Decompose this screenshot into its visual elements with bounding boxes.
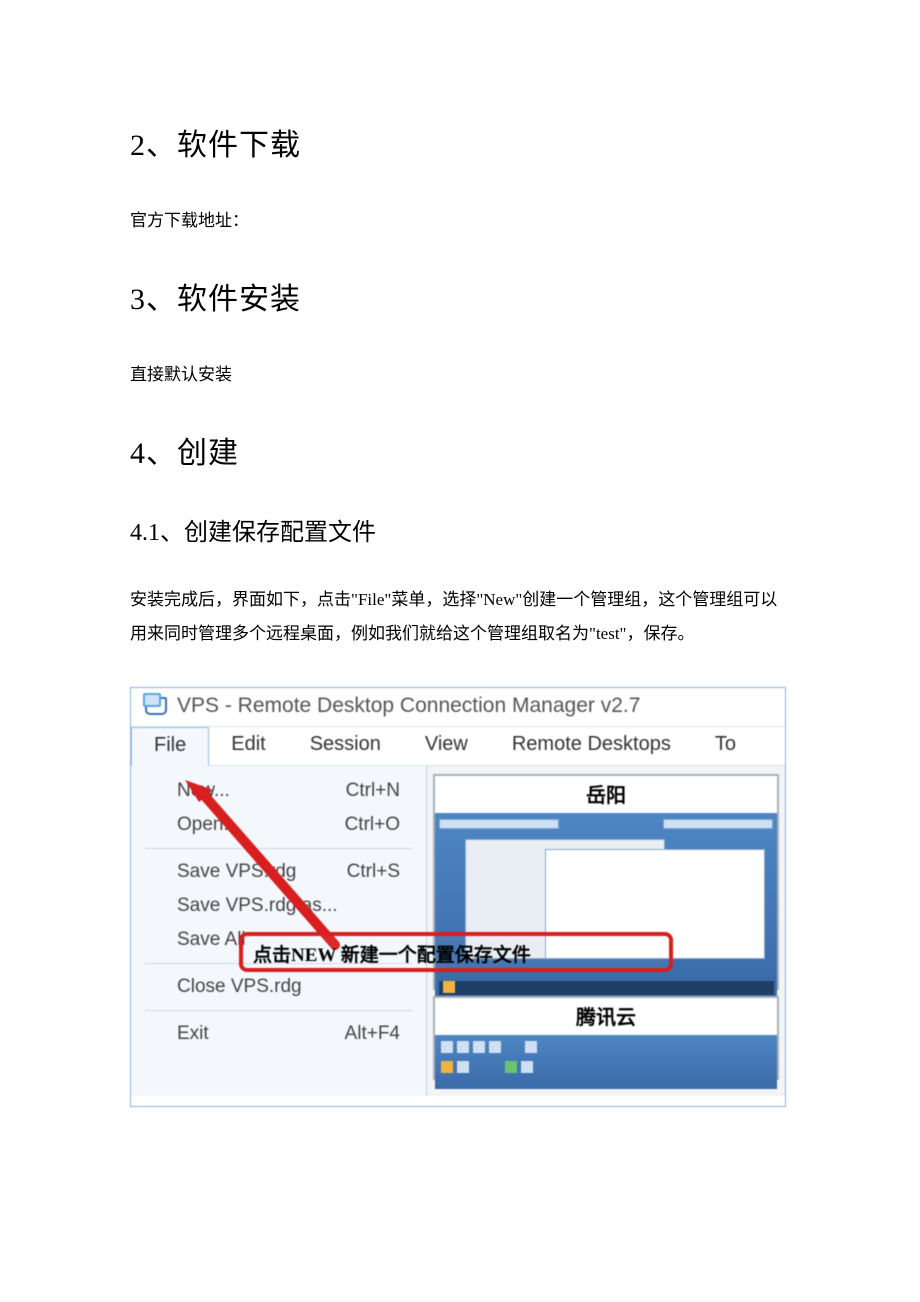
- menu-file[interactable]: File: [131, 727, 209, 766]
- menu-item-accel: Ctrl+N: [346, 780, 400, 802]
- menu-item-label: Save VPS.rdg: [177, 861, 296, 883]
- menubar: File Edit Session View Remote Desktops T…: [131, 726, 785, 766]
- menu-item-label: Open...: [177, 814, 239, 836]
- desktop-thumbnail[interactable]: 腾讯云: [433, 996, 779, 1080]
- menu-view[interactable]: View: [403, 727, 490, 765]
- heading-create: 4、创建: [130, 428, 790, 472]
- menu-edit[interactable]: Edit: [209, 727, 287, 765]
- menu-divider: [145, 848, 412, 849]
- annotation-text: 点击NEW 新建一个配置保存文件: [253, 945, 531, 966]
- menu-item-close[interactable]: Close VPS.rdg: [131, 970, 426, 1004]
- menu-remote-desktops[interactable]: Remote Desktops: [490, 727, 693, 765]
- menu-item-label: Save VPS.rdg as...: [177, 895, 338, 917]
- annotation-callout: 点击NEW 新建一个配置保存文件: [239, 932, 673, 972]
- menu-item-label: Close VPS.rdg: [177, 976, 302, 998]
- menu-session[interactable]: Session: [288, 727, 403, 765]
- menu-item-save-as[interactable]: Save VPS.rdg as...: [131, 889, 426, 923]
- menu-item-open[interactable]: Open... Ctrl+O: [131, 808, 426, 842]
- menu-item-accel: Ctrl+O: [345, 814, 400, 836]
- screenshot-rdcman-window: VPS - Remote Desktop Connection Manager …: [130, 687, 786, 1107]
- menu-item-label: New...: [177, 780, 230, 802]
- menu-item-accel: Alt+F4: [345, 1023, 400, 1045]
- heading-install: 3、软件安装: [130, 274, 790, 318]
- thumbnail-title: 腾讯云: [435, 998, 777, 1035]
- menu-divider: [145, 1010, 412, 1011]
- menu-tools-truncated[interactable]: To: [693, 727, 758, 765]
- window-title: VPS - Remote Desktop Connection Manager …: [177, 694, 640, 718]
- paragraph-install: 直接默认安装: [130, 358, 790, 392]
- menu-item-save[interactable]: Save VPS.rdg Ctrl+S: [131, 855, 426, 889]
- menu-item-label: Exit: [177, 1023, 209, 1045]
- window-titlebar: VPS - Remote Desktop Connection Manager …: [131, 688, 785, 726]
- menu-item-exit[interactable]: Exit Alt+F4: [131, 1017, 426, 1051]
- heading-download: 2、软件下载: [130, 120, 790, 164]
- file-dropdown: New... Ctrl+N Open... Ctrl+O Save VPS.rd…: [131, 766, 427, 1096]
- menu-item-new[interactable]: New... Ctrl+N: [131, 774, 426, 808]
- paragraph-create-config: 安装完成后，界面如下，点击"File"菜单，选择"New"创建一个管理组，这个管…: [130, 583, 790, 651]
- app-icon: [145, 697, 167, 715]
- paragraph-download: 官方下载地址：: [130, 204, 790, 238]
- subheading-create-config: 4.1、创建保存配置文件: [130, 512, 790, 547]
- menu-item-accel: Ctrl+S: [347, 861, 400, 883]
- thumbnail-pane: 岳阳 腾讯云: [427, 766, 785, 1096]
- thumbnail-title: 岳阳: [435, 776, 777, 813]
- menu-item-label: Save All: [177, 929, 246, 951]
